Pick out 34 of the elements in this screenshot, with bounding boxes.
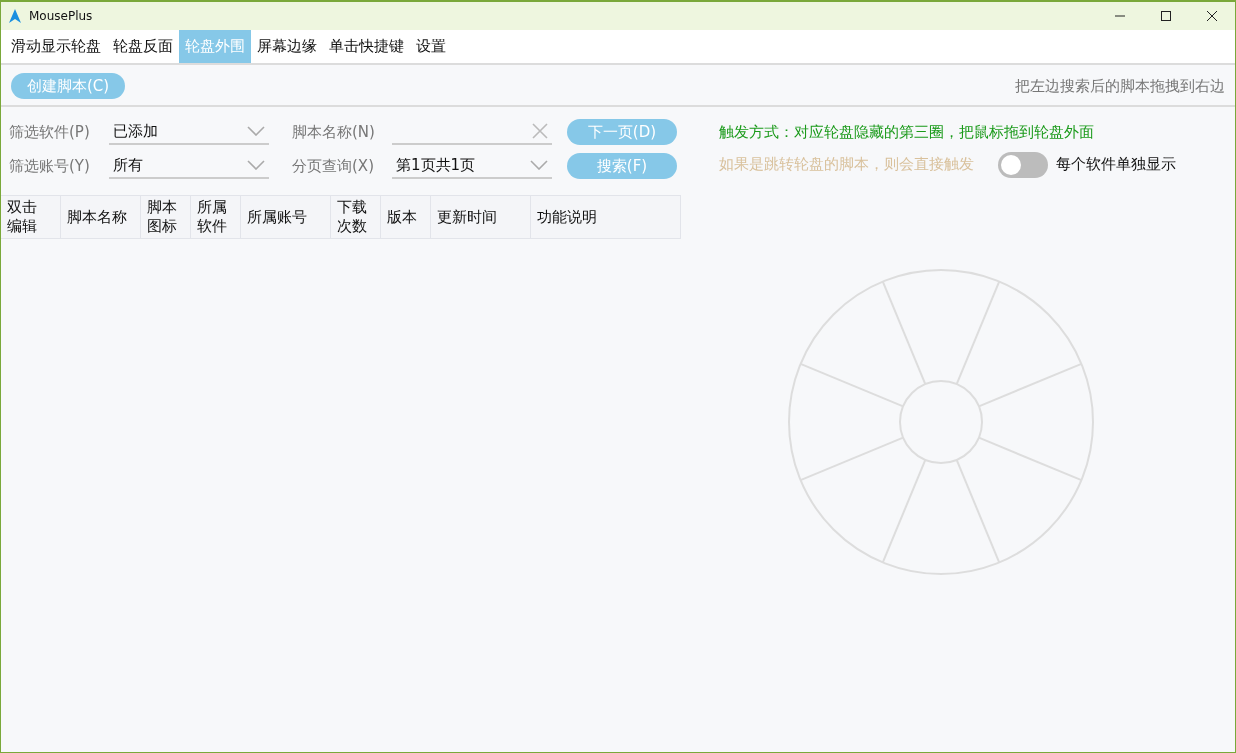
drag-hint-text: 把左边搜索后的脚本拖拽到右边 [1015, 75, 1225, 97]
field-label: 脚本名称(N) [292, 121, 376, 143]
window-title: MousePlus [29, 8, 93, 25]
toggle-switch[interactable] [998, 151, 1048, 178]
menu-tab[interactable]: 单击快捷键 [323, 30, 410, 63]
trigger-info-text: 触发方式：对应轮盘隐藏的第三圈，把鼠标拖到轮盘外面 [719, 122, 1095, 143]
menu-tab[interactable]: 设置 [410, 30, 452, 63]
column-header: 功能说明 [531, 195, 681, 239]
chevron-down-icon [247, 160, 265, 170]
dropdown[interactable]: 已添加 [109, 119, 269, 145]
column-header: 版本 [381, 195, 431, 239]
menu-tab[interactable]: 滑动显示轮盘 [5, 30, 107, 63]
chevron-down-icon [530, 160, 548, 170]
column-header: 下载次数 [331, 195, 381, 239]
clear-icon[interactable] [532, 123, 548, 139]
toggle-label: 每个软件单独显示 [1056, 154, 1176, 176]
jump-info-text: 如果是跳转轮盘的脚本，则会直接触发 [719, 154, 974, 176]
column-header: 脚本名称 [61, 195, 141, 239]
field-label: 分页查询(X) [292, 155, 375, 177]
column-header: 所属账号 [241, 195, 331, 239]
column-header: 更新时间 [431, 195, 531, 239]
menu-tab[interactable]: 屏幕边缘 [251, 30, 323, 63]
close-icon [1207, 11, 1217, 21]
column-header: 脚本图标 [141, 195, 191, 239]
maximize-icon [1161, 11, 1171, 21]
column-header: 双击编辑 [1, 195, 61, 239]
dropdown[interactable]: 第1页共1页 [392, 153, 552, 179]
column-header: 所属软件 [191, 195, 241, 239]
dropdown[interactable]: 所有 [109, 153, 269, 179]
menu-tab[interactable]: 轮盘反面 [107, 30, 179, 63]
app-logo-icon [9, 9, 21, 23]
field-label: 筛选软件(P) [9, 121, 91, 143]
field-label: 筛选账号(Y) [9, 155, 91, 177]
chevron-down-icon [247, 126, 265, 136]
